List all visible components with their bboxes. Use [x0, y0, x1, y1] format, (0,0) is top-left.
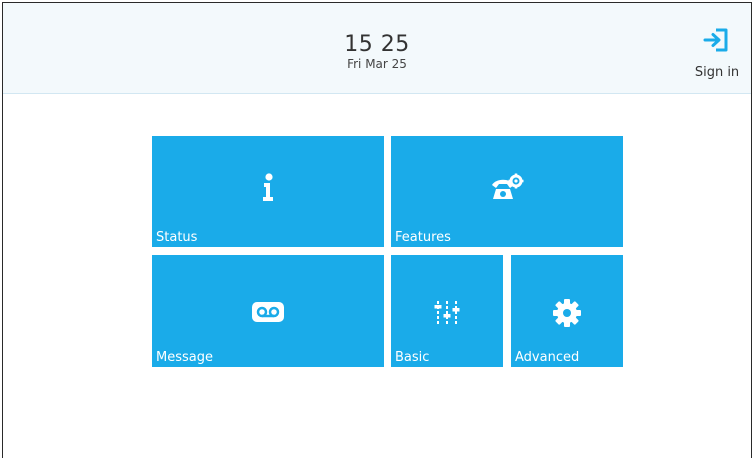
phone-screen: 15 25 Fri Mar 25 Sign in Status Features… [2, 2, 752, 458]
clock-time: 15 25 [344, 32, 410, 57]
features-tile[interactable]: Features [391, 136, 623, 247]
info-icon [263, 173, 273, 201]
clock-date: Fri Mar 25 [347, 57, 407, 71]
status-tile[interactable]: Status [152, 136, 384, 247]
gear-icon [553, 299, 581, 327]
features-tile-label: Features [395, 230, 451, 245]
message-tile[interactable]: Message [152, 255, 384, 367]
message-tile-label: Message [156, 350, 213, 365]
sign-in-button[interactable]: Sign in [689, 25, 745, 80]
sliders-icon [434, 301, 460, 325]
voicemail-icon [252, 302, 284, 322]
basic-tile[interactable]: Basic [391, 255, 503, 367]
phone-settings-icon [492, 173, 524, 199]
advanced-tile-label: Advanced [515, 350, 580, 365]
advanced-tile[interactable]: Advanced [511, 255, 623, 367]
status-bar: 15 25 Fri Mar 25 Sign in [3, 3, 751, 94]
sign-in-icon [703, 28, 728, 52]
sign-in-label: Sign in [694, 65, 740, 80]
status-tile-label: Status [156, 230, 198, 245]
basic-tile-label: Basic [395, 350, 430, 365]
